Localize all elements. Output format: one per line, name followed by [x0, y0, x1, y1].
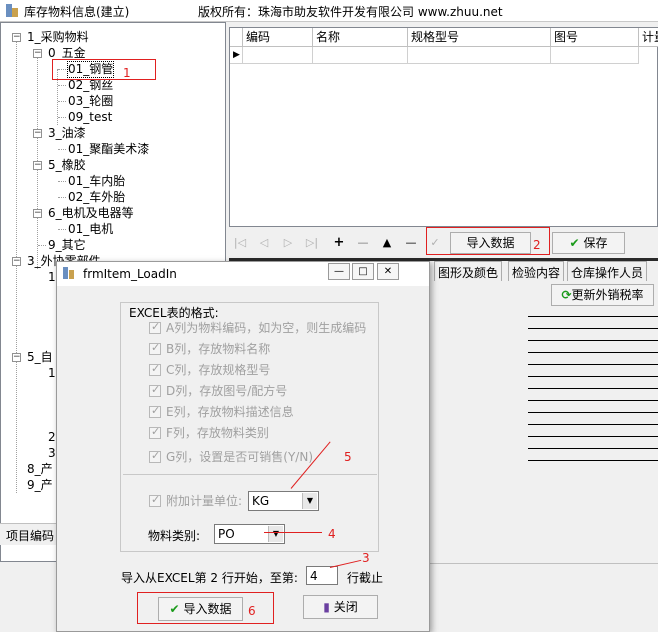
annotation-number: 3 [362, 551, 370, 565]
item-code-label: 项目编码 [6, 529, 55, 543]
category-select[interactable]: PO ▼ [214, 524, 285, 544]
tree-node[interactable]: 3 [48, 446, 56, 461]
group-title: EXCEL表的格式: [127, 304, 221, 321]
dialog-title-bar: frmItem_LoadIn — □ ✕ [57, 262, 429, 286]
tree-node[interactable]: 02_车外胎 [68, 190, 125, 205]
tab-warehouse-operators[interactable]: 仓库操作人员 [567, 261, 648, 281]
column-a-checkbox[interactable]: A列为物料编码，如为空，则生成编码 [149, 320, 366, 335]
range-prefix-text: 导入从EXCEL第 2 行开始，至第: [121, 571, 298, 585]
tab-graphics-color[interactable]: 图形及颜色 [434, 261, 503, 281]
update-tax-label: 更新外销税率 [571, 288, 644, 302]
minimize-icon[interactable]: — [328, 263, 350, 280]
grid-cell[interactable] [243, 47, 313, 64]
copyright-text: 版权所有：珠海市助友软件开发有限公司 www.zhuu.net [198, 5, 503, 19]
import-dialog: frmItem_LoadIn — □ ✕ EXCEL表的格式: A列为物料编码，… [56, 261, 430, 632]
up-icon[interactable]: ▲ [380, 236, 394, 250]
app-icon [6, 4, 18, 17]
check-icon: ✔ [569, 236, 580, 250]
grid-cell[interactable] [313, 47, 408, 64]
item-grid[interactable]: 编码 名称 规格型号 图号 计量 ▶ [229, 27, 658, 227]
tab-inspection[interactable]: 检验内容 [508, 261, 565, 281]
add-record-icon[interactable]: + [332, 236, 346, 250]
collapse-icon[interactable]: − [12, 257, 21, 266]
tree-node[interactable]: 3_油漆 [48, 126, 86, 141]
save-label: 保存 [583, 236, 608, 250]
window-title: 库存物料信息(建立) [24, 5, 130, 19]
column-header[interactable]: 图号 [551, 28, 639, 47]
maximize-icon[interactable]: □ [352, 263, 374, 280]
collapse-icon[interactable]: − [12, 33, 21, 42]
annotation-number: 5 [344, 450, 352, 464]
collapse-icon[interactable]: − [33, 161, 42, 170]
tree-node[interactable]: 01_车内胎 [68, 174, 125, 189]
tree-node[interactable]: 5_橡胶 [48, 158, 86, 173]
annotation-number: 6 [248, 604, 256, 618]
annotation-number: 4 [328, 527, 336, 541]
tab-strip: 图形及颜色 检验内容 仓库操作人员 [434, 261, 658, 281]
tree-node[interactable]: 01_电机 [68, 222, 113, 237]
grid-cell[interactable] [551, 47, 639, 64]
tree-node[interactable]: 9_产 [27, 478, 53, 493]
collapse-icon[interactable]: − [12, 353, 21, 362]
tree-node[interactable]: 1 [48, 366, 56, 381]
column-c-checkbox[interactable]: C列，存放规格型号 [149, 362, 270, 377]
exit-door-icon: ▮ [323, 600, 330, 614]
unit-select[interactable]: KG ▼ [248, 491, 319, 511]
end-row-input[interactable]: 4 [306, 566, 338, 585]
refresh-icon: ⟳ [561, 288, 572, 302]
column-header[interactable]: 名称 [313, 28, 408, 47]
tree-node[interactable]: 5_自 [27, 350, 53, 365]
column-e-checkbox[interactable]: E列，存放物料描述信息 [149, 404, 294, 419]
annotation-box-1 [52, 59, 156, 80]
range-suffix-text: 行截止 [347, 571, 384, 585]
close-label: 关闭 [333, 600, 358, 614]
annotation-number: 2 [533, 238, 541, 252]
annotation-box-2 [426, 227, 550, 255]
category-label: 物料类别: [148, 529, 201, 543]
collapse-icon[interactable]: − [33, 49, 42, 58]
extra-unit-checkbox[interactable]: 附加计量单位: [149, 493, 242, 508]
title-bar: 库存物料信息(建立) 版权所有：珠海市助友软件开发有限公司 www.zhuu.n… [0, 0, 658, 22]
column-header[interactable]: 计量 [639, 28, 658, 47]
tree-node[interactable]: 6_电机及电器等 [48, 206, 134, 221]
tree-node[interactable]: 03_轮圈 [68, 94, 113, 109]
tree-node[interactable]: 2 [48, 430, 56, 445]
column-b-checkbox[interactable]: B列，存放物料名称 [149, 341, 270, 356]
close-button[interactable]: ▮ 关闭 [303, 595, 378, 619]
tree-node[interactable]: 1 [48, 270, 56, 285]
column-d-checkbox[interactable]: D列，存放图号/配方号 [149, 383, 287, 398]
edit-record-icon[interactable]: — [404, 236, 418, 250]
detail-grid-lines [528, 305, 658, 465]
last-record-icon[interactable]: ▷| [305, 236, 319, 250]
dialog-app-icon [63, 267, 74, 279]
grid-cell[interactable] [408, 47, 551, 64]
column-header[interactable]: 编码 [243, 28, 313, 47]
dialog-title: frmItem_LoadIn [83, 267, 177, 281]
delete-record-icon[interactable]: — [356, 236, 370, 250]
dropdown-arrow-icon: ▼ [268, 526, 283, 542]
tree-node[interactable]: 9_其它 [48, 238, 86, 253]
first-record-icon[interactable]: |◁ [233, 236, 247, 250]
save-button[interactable]: ✔ 保存 [552, 232, 625, 254]
dropdown-arrow-icon: ▼ [302, 493, 317, 509]
next-record-icon[interactable]: ▷ [281, 236, 295, 250]
column-header[interactable]: 规格型号 [408, 28, 551, 47]
tree-node[interactable]: 02_钢丝 [68, 78, 113, 93]
tree-node[interactable]: 8_产 [27, 462, 53, 477]
row-indicator-icon: ▶ [230, 47, 243, 64]
annotation-number: 1 [123, 66, 131, 80]
column-f-checkbox[interactable]: F列，存放物料类别 [149, 425, 269, 440]
collapse-icon[interactable]: − [33, 209, 42, 218]
collapse-icon[interactable]: − [33, 129, 42, 138]
update-tax-button[interactable]: ⟳更新外销税率 [551, 284, 654, 306]
prev-record-icon[interactable]: ◁ [257, 236, 271, 250]
close-icon[interactable]: ✕ [377, 263, 399, 280]
column-g-checkbox[interactable]: G列，设置是否可销售(Y/N) [149, 449, 313, 464]
tree-node[interactable]: 09_test [68, 110, 112, 125]
annotation-arrow-4 [264, 532, 322, 533]
tree-node[interactable]: 01_聚酯美术漆 [68, 142, 149, 157]
tree-node[interactable]: 1_采购物料 [27, 30, 89, 45]
